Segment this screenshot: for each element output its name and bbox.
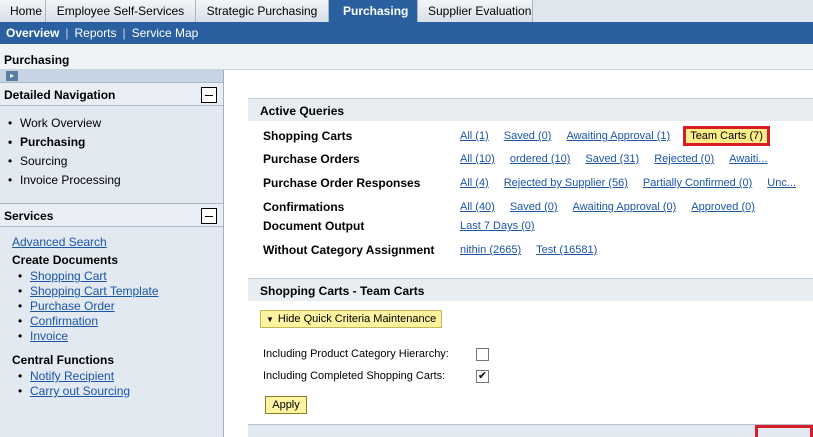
apply-button[interactable]: Apply: [265, 396, 307, 414]
detailed-navigation-list: Work Overview Purchasing Sourcing Invoic…: [0, 106, 223, 192]
list-item: Invoice: [18, 329, 223, 344]
query-link[interactable]: Rejected (0): [654, 153, 714, 165]
list-item: Purchase Order: [18, 299, 223, 314]
confirmation-link[interactable]: Confirmation: [30, 314, 98, 328]
tab-home[interactable]: Home: [0, 0, 46, 22]
nav-item-purchasing[interactable]: Purchasing: [8, 135, 223, 154]
shopping-cart-template-link[interactable]: Shopping Cart Template: [30, 284, 159, 298]
tab-purchasing[interactable]: Purchasing: [329, 0, 418, 22]
central-functions-list: Notify Recipient Carry out Sourcing: [12, 369, 223, 399]
criteria-completed-carts: Including Completed Shopping Carts: ✔: [263, 368, 489, 384]
notify-recipient-link[interactable]: Notify Recipient: [30, 369, 114, 383]
create-documents-list: Shopping Cart Shopping Cart Template Pur…: [12, 269, 223, 344]
criteria-product-category: Including Product Category Hierarchy:: [263, 346, 489, 362]
create-documents-heading: Create Documents: [12, 253, 119, 267]
nav-item-sourcing[interactable]: Sourcing: [8, 154, 223, 173]
sub-navigation: Overview | Reports | Service Map: [0, 22, 813, 44]
query-row-confirmations: Confirmations All (40) Saved (0) Awaitin…: [263, 199, 770, 215]
list-item: Shopping Cart: [18, 269, 223, 284]
advanced-search-link[interactable]: Advanced Search: [12, 235, 223, 253]
central-functions-heading: Central Functions: [12, 353, 115, 367]
carry-out-sourcing-link[interactable]: Carry out Sourcing: [30, 384, 130, 398]
query-link[interactable]: All (1): [460, 130, 489, 142]
query-link[interactable]: Saved (31): [585, 153, 639, 165]
query-link[interactable]: Approved (0): [691, 201, 755, 213]
invoice-link[interactable]: Invoice: [30, 329, 68, 343]
query-label: Shopping Carts: [263, 129, 353, 143]
criteria-label: Including Product Category Hierarchy:: [263, 348, 449, 360]
minimize-icon[interactable]: [201, 87, 217, 103]
query-link[interactable]: Unc...: [767, 177, 796, 189]
query-row-shopping-carts: Shopping Carts All (1) Saved (0) Awaitin…: [263, 126, 785, 146]
subnav-overview[interactable]: Overview: [0, 26, 65, 40]
tab-strategic-purchasing[interactable]: Strategic Purchasing: [196, 0, 329, 22]
nav-item-work-overview[interactable]: Work Overview: [8, 116, 223, 135]
query-link[interactable]: All (40): [460, 201, 495, 213]
query-label: Document Output: [263, 219, 365, 233]
team-carts-header: Shopping Carts - Team Carts: [248, 278, 813, 301]
callout-highlight: [755, 425, 813, 437]
query-link[interactable]: Awaiting Approval (0): [573, 201, 677, 213]
tab-employee-self-services[interactable]: Employee Self-Services: [46, 0, 196, 22]
query-link[interactable]: Saved (0): [510, 201, 558, 213]
active-queries-header: Active Queries: [248, 98, 813, 121]
left-sidebar: ▸ Detailed Navigation Work Overview Purc…: [0, 70, 224, 437]
services-body: Advanced Search Create Documents Shoppin…: [0, 227, 223, 399]
page-title: Purchasing: [0, 44, 813, 70]
criteria-label: Including Completed Shopping Carts:: [263, 370, 446, 382]
detailed-navigation-title: Detailed Navigation: [4, 88, 116, 102]
query-link[interactable]: Awaiting Approval (1): [566, 130, 670, 142]
table-toolbar-strip: [248, 424, 813, 437]
list-item: Shopping Cart Template: [18, 284, 223, 299]
query-link[interactable]: Awaiti...: [729, 153, 767, 165]
query-row-document-output: Document Output Last 7 Days (0): [263, 218, 550, 234]
team-carts-link[interactable]: Team Carts (7): [683, 126, 770, 146]
query-row-purchase-orders: Purchase Orders All (10) ordered (10) Sa…: [263, 151, 782, 167]
product-category-checkbox[interactable]: [476, 347, 489, 361]
minimize-icon[interactable]: [201, 208, 217, 224]
services-title: Services: [4, 209, 54, 223]
query-row-po-responses: Purchase Order Responses All (4) Rejecte…: [263, 175, 811, 191]
query-link[interactable]: Partially Confirmed (0): [643, 177, 752, 189]
triangle-down-icon: ▼: [266, 314, 274, 324]
query-link[interactable]: All (10): [460, 153, 495, 165]
completed-carts-checkbox[interactable]: ✔: [476, 369, 489, 383]
services-header: Services: [0, 203, 223, 227]
collapse-arrow-icon[interactable]: ▸: [6, 71, 18, 81]
tab-supplier-evaluation[interactable]: Supplier Evaluation: [418, 0, 533, 22]
query-link[interactable]: Rejected by Supplier (56): [504, 177, 628, 189]
main-content: Active Queries Shopping Carts All (1) Sa…: [248, 70, 813, 437]
active-queries-section: Active Queries Shopping Carts All (1) Sa…: [248, 98, 813, 257]
query-link[interactable]: Last 7 Days (0): [460, 220, 535, 232]
query-row-without-category: Without Category Assignment nithin (2665…: [263, 242, 612, 258]
query-label: Purchase Order Responses: [263, 176, 421, 190]
subnav-reports[interactable]: Reports: [69, 26, 123, 40]
top-tab-bar: Home Employee Self-Services Strategic Pu…: [0, 0, 813, 22]
list-item: Confirmation: [18, 314, 223, 329]
list-item: Carry out Sourcing: [18, 384, 223, 399]
sidebar-collapse-bar: ▸: [0, 70, 223, 82]
hide-quick-criteria-label: Hide Quick Criteria Maintenance: [277, 313, 437, 325]
query-label: Confirmations: [263, 200, 345, 214]
query-link[interactable]: nithin (2665): [460, 244, 521, 256]
purchase-order-link[interactable]: Purchase Order: [30, 299, 115, 313]
query-link[interactable]: Saved (0): [504, 130, 552, 142]
team-carts-section: Shopping Carts - Team Carts: [248, 278, 813, 301]
query-label: Purchase Orders: [263, 152, 360, 166]
list-item: Notify Recipient: [18, 369, 223, 384]
query-link[interactable]: Test (16581): [536, 244, 597, 256]
hide-quick-criteria-button[interactable]: ▼ Hide Quick Criteria Maintenance: [260, 310, 443, 328]
query-link[interactable]: All (4): [460, 177, 489, 189]
query-link[interactable]: ordered (10): [510, 153, 571, 165]
shopping-cart-link[interactable]: Shopping Cart: [30, 269, 107, 283]
subnav-service-map[interactable]: Service Map: [126, 26, 205, 40]
query-label: Without Category Assignment: [263, 243, 435, 257]
detailed-navigation-header: Detailed Navigation: [0, 82, 223, 106]
nav-item-invoice-processing[interactable]: Invoice Processing: [8, 173, 223, 192]
